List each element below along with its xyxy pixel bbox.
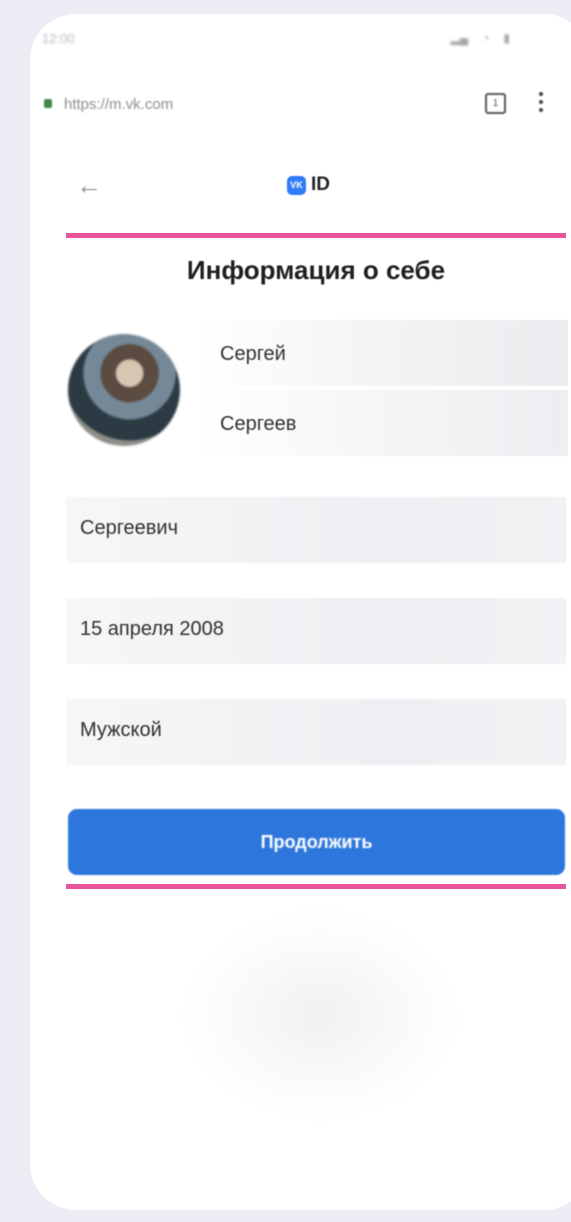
highlight-line-top (66, 233, 566, 238)
background-ghost (180, 910, 460, 1120)
signal-icon: ▂▄ (450, 31, 469, 45)
birthday-value[interactable]: 15 апреля 2008 (80, 618, 224, 641)
vk-id-logo: VK ID (287, 174, 330, 196)
browser-url-bar[interactable]: https://m.vk.com 1 (40, 85, 550, 125)
page: 12:00 ▂▄ ◔ ▮ https://m.vk.com 1 ← VK ID … (0, 0, 571, 1222)
wifi-icon: ◔ (482, 31, 490, 45)
vk-logo-icon: VK (287, 175, 306, 195)
tabs-icon[interactable]: 1 (485, 93, 506, 114)
battery-icon: ▮ (503, 31, 510, 45)
status-time: 12:00 (42, 31, 75, 46)
lock-icon (44, 99, 52, 108)
avatar[interactable] (68, 334, 180, 446)
status-icons: ▂▄ ◔ ▮ (450, 31, 510, 45)
continue-button[interactable]: Продолжить (68, 809, 565, 875)
highlight-line-bottom (66, 884, 566, 889)
menu-icon[interactable] (538, 89, 544, 117)
url-text[interactable]: https://m.vk.com (64, 96, 173, 113)
last-name-value[interactable]: Сергеев (220, 413, 296, 436)
back-arrow-icon[interactable]: ← (76, 172, 102, 198)
app-header: ← VK ID (40, 160, 560, 220)
logo-text: ID (311, 174, 330, 195)
gender-value[interactable]: Мужской (80, 719, 162, 742)
middle-name-value[interactable]: Сергеевич (80, 517, 178, 540)
form-title: Информация о себе (186, 255, 446, 285)
status-bar: 12:00 ▂▄ ◔ ▮ (40, 28, 540, 54)
first-name-value[interactable]: Сергей (220, 343, 286, 366)
